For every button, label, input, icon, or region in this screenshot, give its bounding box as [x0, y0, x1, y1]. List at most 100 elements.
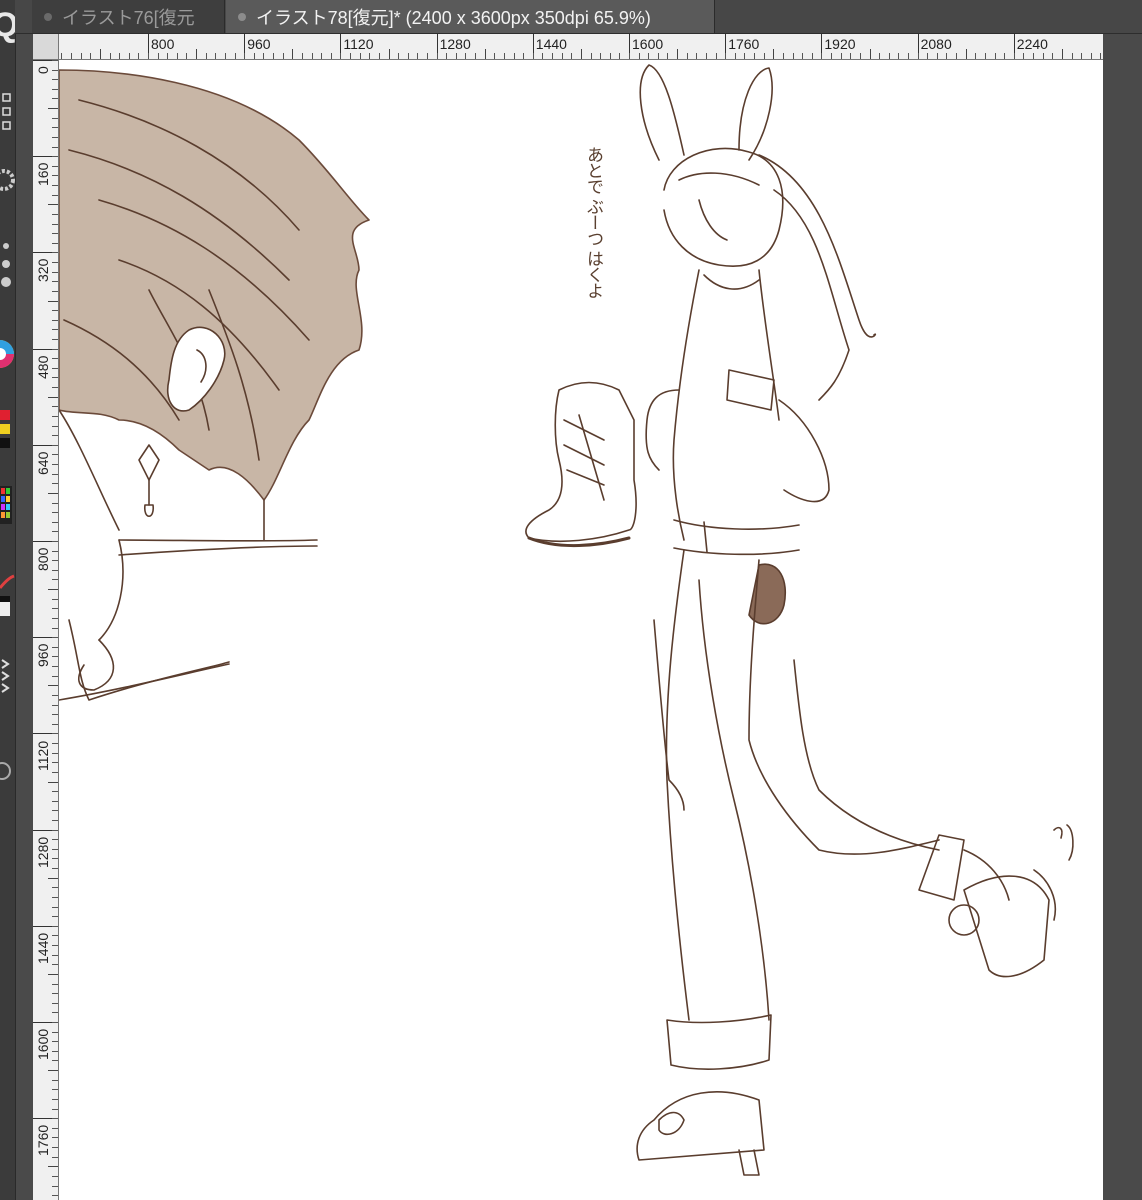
sub-tool-icon[interactable] — [0, 652, 15, 696]
ruler-minor-tick — [196, 49, 198, 59]
ruler-corner — [33, 34, 59, 60]
ruler-minor-tick — [52, 868, 58, 870]
ruler-minor-tick — [52, 213, 58, 215]
ruler-minor-tick — [542, 53, 544, 59]
ruler-minor-tick — [52, 281, 58, 283]
ruler-minor-tick — [667, 53, 669, 59]
ruler-minor-tick — [52, 79, 58, 81]
ruler-minor-tick — [1100, 53, 1102, 59]
tab-illust-78[interactable]: イラスト78[復元]* (2400 x 3600px 350dpi 65.9%) — [226, 0, 715, 33]
ruler-minor-tick — [52, 646, 58, 648]
ruler-minor-tick — [831, 53, 833, 59]
ruler-minor-tick — [52, 983, 58, 985]
ruler-minor-tick — [263, 53, 265, 59]
ruler-minor-tick — [561, 53, 563, 59]
ruler-minor-tick — [907, 53, 909, 59]
ruler-minor-tick — [244, 53, 246, 59]
ruler-minor-tick — [52, 146, 58, 148]
ruler-minor-tick — [52, 1060, 58, 1062]
ruler-minor-tick — [234, 53, 236, 59]
ruler-minor-tick — [1023, 53, 1025, 59]
ruler-minor-tick — [52, 98, 58, 100]
ruler-minor-tick — [811, 53, 813, 59]
ruler-minor-tick — [52, 617, 58, 619]
ruler-minor-tick — [52, 531, 58, 533]
ruler-minor-tick — [52, 358, 58, 360]
ruler-minor-tick — [446, 53, 448, 59]
ruler-minor-tick — [48, 685, 58, 687]
ruler-minor-tick — [52, 415, 58, 417]
ruler-minor-tick — [532, 53, 534, 59]
ruler-minor-tick — [48, 589, 58, 591]
ruler-minor-tick — [840, 53, 842, 59]
ruler-minor-tick — [52, 916, 58, 918]
ruler-minor-tick — [138, 53, 140, 59]
ruler-minor-tick — [52, 348, 58, 350]
tab-label: イラスト78[復元]* (2400 x 3600px 350dpi 65.9%) — [256, 7, 651, 28]
ruler-minor-tick — [52, 1089, 58, 1091]
color-set-icon[interactable] — [0, 482, 15, 528]
ruler-label: 1120 — [343, 36, 374, 52]
brush-icon[interactable] — [0, 570, 15, 622]
ruler-minor-tick — [52, 233, 58, 235]
ruler-minor-tick — [52, 310, 58, 312]
ruler-minor-tick — [52, 1156, 58, 1158]
ruler-minor-tick — [52, 560, 58, 562]
navigator-icon[interactable] — [0, 756, 15, 786]
vertical-ruler[interactable]: 0 160 320 480 640 800 960 1120 1280 1440 1600 1760 — [33, 60, 59, 1200]
ruler-minor-tick — [52, 762, 58, 764]
ruler-minor-tick — [61, 53, 63, 59]
ruler-minor-tick — [48, 204, 58, 206]
color-palette-icon[interactable] — [0, 404, 15, 454]
ruler-minor-tick — [52, 88, 58, 90]
ruler-minor-tick — [917, 53, 919, 59]
ruler-minor-tick — [927, 53, 929, 59]
ruler-minor-tick — [350, 53, 352, 59]
drawing-canvas[interactable]: あとで ぶーつ はくよ — [59, 60, 1105, 1200]
ruler-minor-tick — [52, 1022, 58, 1023]
ruler-minor-tick — [52, 444, 58, 446]
ruler-minor-tick — [48, 877, 58, 879]
color-wheel-icon[interactable] — [0, 330, 15, 378]
ruler-minor-tick — [1052, 53, 1054, 59]
ruler-minor-tick — [821, 53, 823, 59]
ruler-label: 320 — [35, 259, 51, 283]
ruler-minor-tick — [48, 492, 58, 494]
ruler-minor-tick — [782, 53, 784, 59]
ruler-minor-tick — [52, 541, 58, 542]
ruler-minor-tick — [52, 1050, 58, 1052]
ruler-minor-tick — [52, 377, 58, 379]
ruler-minor-tick — [52, 252, 58, 254]
tab-illust-76[interactable]: イラスト76[復元 — [32, 0, 225, 33]
ruler-label: 960 — [35, 643, 51, 668]
tab-label: イラスト76[復元 — [62, 7, 195, 28]
ruler-minor-tick — [52, 338, 58, 340]
ruler-minor-tick — [52, 1002, 58, 1004]
gear-icon[interactable] — [0, 160, 15, 200]
ruler-minor-tick — [52, 464, 58, 466]
ruler-minor-tick — [48, 1166, 58, 1168]
ruler-minor-tick — [52, 512, 58, 514]
ruler-minor-tick — [52, 1031, 58, 1033]
ruler-minor-tick — [552, 53, 554, 59]
ruler-minor-tick — [311, 53, 313, 59]
tool-palette: Q — [0, 0, 18, 1200]
ruler-minor-tick — [128, 53, 130, 59]
ruler-minor-tick — [52, 425, 58, 427]
ruler-minor-tick — [52, 906, 58, 908]
ruler-minor-tick — [292, 49, 294, 59]
ruler-minor-tick — [984, 53, 986, 59]
ruler-minor-tick — [71, 53, 73, 59]
ruler-minor-tick — [965, 49, 967, 59]
grid-icon[interactable] — [0, 88, 15, 134]
sketch-note: あとで ぶーつ はくよ — [581, 146, 606, 298]
ruler-minor-tick — [52, 435, 58, 437]
ruler-minor-tick — [99, 49, 101, 59]
ruler-minor-tick — [648, 53, 650, 59]
ruler-minor-tick — [52, 839, 58, 841]
ruler-end — [1103, 34, 1142, 60]
ruler-minor-tick — [52, 723, 58, 725]
horizontal-ruler[interactable]: 800 960 1120 1280 1440 1600 1760 1920 2080 2240 — [59, 34, 1103, 60]
more-icon[interactable] — [0, 238, 15, 290]
ruler-minor-tick — [638, 53, 640, 59]
